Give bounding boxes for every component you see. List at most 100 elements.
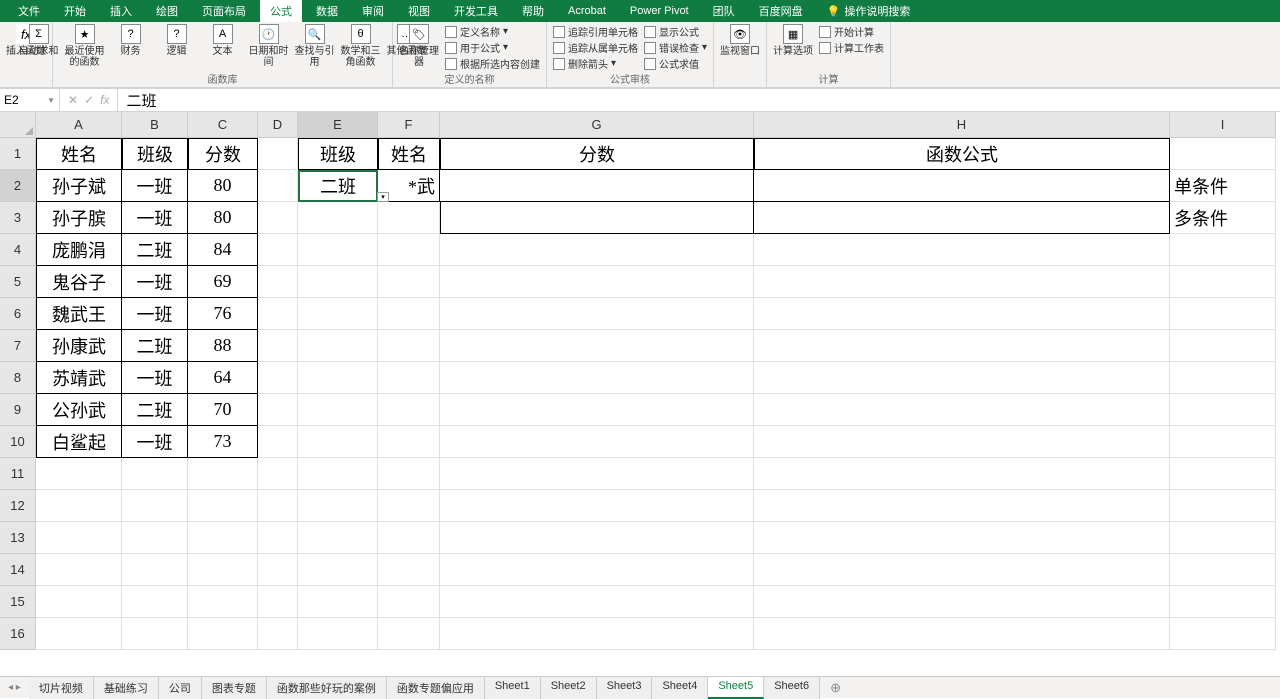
cell-D13[interactable] [258, 522, 298, 554]
cell-F15[interactable] [378, 586, 440, 618]
cell-A2[interactable]: 孙子斌 [36, 170, 122, 202]
cell-D6[interactable] [258, 298, 298, 330]
cell-C2[interactable]: 80 [188, 170, 258, 202]
row-header-4[interactable]: 4 [0, 234, 36, 266]
name-box[interactable]: E2▼ [0, 89, 60, 111]
cell-G3[interactable] [440, 202, 754, 234]
cell-A1[interactable]: 姓名 [36, 138, 122, 170]
cell-I8[interactable] [1170, 362, 1276, 394]
row-header-7[interactable]: 7 [0, 330, 36, 362]
cell-A3[interactable]: 孙子膑 [36, 202, 122, 234]
row-header-13[interactable]: 13 [0, 522, 36, 554]
cell-G10[interactable] [440, 426, 754, 458]
cell-D11[interactable] [258, 458, 298, 490]
watch-window-button[interactable]: 👁监视窗口 [720, 24, 760, 57]
cell-I7[interactable] [1170, 330, 1276, 362]
cell-A15[interactable] [36, 586, 122, 618]
cell-H3[interactable] [754, 202, 1170, 234]
fx-icon[interactable]: fx [100, 93, 109, 107]
autosum-button[interactable]: Σ自动求和 [19, 24, 59, 57]
cell-B15[interactable] [122, 586, 188, 618]
cell-B9[interactable]: 二班 [122, 394, 188, 426]
trace-prec-button[interactable]: 追踪引用单元格 [553, 24, 638, 39]
cell-D5[interactable] [258, 266, 298, 298]
cell-B4[interactable]: 二班 [122, 234, 188, 266]
cell-H7[interactable] [754, 330, 1170, 362]
cell-F7[interactable] [378, 330, 440, 362]
recent-fn-button[interactable]: ★最近使用的函数 [65, 24, 105, 68]
cell-A14[interactable] [36, 554, 122, 586]
sheet-tab-Sheet6[interactable]: Sheet6 [764, 677, 820, 699]
cell-H8[interactable] [754, 362, 1170, 394]
cell-H9[interactable] [754, 394, 1170, 426]
finance-button[interactable]: ?财务 [111, 24, 151, 57]
col-header-D[interactable]: D [258, 112, 298, 138]
cell-B5[interactable]: 一班 [122, 266, 188, 298]
remove-arrow-button[interactable]: 删除箭头 ▾ [553, 56, 638, 71]
menu-tab-开始[interactable]: 开始 [54, 0, 96, 22]
col-header-G[interactable]: G [440, 112, 754, 138]
cell-G15[interactable] [440, 586, 754, 618]
sheet-tab-图表专题[interactable]: 图表专题 [202, 677, 267, 699]
cell-C12[interactable] [188, 490, 258, 522]
col-header-C[interactable]: C [188, 112, 258, 138]
sheet-tab-公司[interactable]: 公司 [159, 677, 202, 699]
cell-G6[interactable] [440, 298, 754, 330]
lookup-button[interactable]: 🔍查找与引用 [295, 24, 335, 68]
cell-D2[interactable] [258, 170, 298, 202]
cell-D16[interactable] [258, 618, 298, 650]
cell-F4[interactable] [378, 234, 440, 266]
menu-tab-视图[interactable]: 视图 [398, 0, 440, 22]
cell-F16[interactable] [378, 618, 440, 650]
cell-H10[interactable] [754, 426, 1170, 458]
sheet-tab-Sheet4[interactable]: Sheet4 [652, 677, 708, 699]
menu-tab-百度网盘[interactable]: 百度网盘 [749, 0, 813, 22]
cell-C14[interactable] [188, 554, 258, 586]
cell-G7[interactable] [440, 330, 754, 362]
menu-tab-文件[interactable]: 文件 [8, 0, 50, 22]
col-header-E[interactable]: E [298, 112, 378, 138]
cell-I6[interactable] [1170, 298, 1276, 330]
menu-tab-页面布局[interactable]: 页面布局 [192, 0, 256, 22]
cell-A5[interactable]: 鬼谷子 [36, 266, 122, 298]
cell-B16[interactable] [122, 618, 188, 650]
cell-H4[interactable] [754, 234, 1170, 266]
row-header-11[interactable]: 11 [0, 458, 36, 490]
cell-E7[interactable] [298, 330, 378, 362]
cell-D4[interactable] [258, 234, 298, 266]
col-header-A[interactable]: A [36, 112, 122, 138]
menu-tab-Acrobat[interactable]: Acrobat [558, 2, 616, 20]
tell-me-search[interactable]: 💡操作说明搜索 [827, 3, 911, 19]
cell-I9[interactable] [1170, 394, 1276, 426]
define-name-button[interactable]: 定义名称 ▾ [445, 24, 540, 39]
cell-H11[interactable] [754, 458, 1170, 490]
cell-A11[interactable] [36, 458, 122, 490]
cell-I2[interactable]: 单条件 [1170, 170, 1276, 202]
row-header-2[interactable]: 2 [0, 170, 36, 202]
cell-D9[interactable] [258, 394, 298, 426]
cell-D14[interactable] [258, 554, 298, 586]
cell-F9[interactable] [378, 394, 440, 426]
cell-B1[interactable]: 班级 [122, 138, 188, 170]
name-manager-button[interactable]: 🏷名称管理器 [399, 24, 439, 68]
row-header-16[interactable]: 16 [0, 618, 36, 650]
create-from-sel-button[interactable]: 根据所选内容创建 [445, 56, 540, 71]
cell-E4[interactable] [298, 234, 378, 266]
cell-C15[interactable] [188, 586, 258, 618]
cell-G5[interactable] [440, 266, 754, 298]
cell-F1[interactable]: 姓名 [378, 138, 440, 170]
cell-A4[interactable]: 庞鹏涓 [36, 234, 122, 266]
sheet-tab-Sheet2[interactable]: Sheet2 [541, 677, 597, 699]
menu-tab-审阅[interactable]: 审阅 [352, 0, 394, 22]
cell-H2[interactable] [754, 170, 1170, 202]
col-header-I[interactable]: I [1170, 112, 1276, 138]
cell-E11[interactable] [298, 458, 378, 490]
cell-F8[interactable] [378, 362, 440, 394]
error-check-button[interactable]: 错误检查 ▾ [644, 40, 707, 55]
cell-A6[interactable]: 魏武王 [36, 298, 122, 330]
select-all-corner[interactable] [0, 112, 36, 138]
math-button[interactable]: θ数学和三角函数 [341, 24, 381, 68]
col-header-B[interactable]: B [122, 112, 188, 138]
cell-A9[interactable]: 公孙武 [36, 394, 122, 426]
cell-H6[interactable] [754, 298, 1170, 330]
